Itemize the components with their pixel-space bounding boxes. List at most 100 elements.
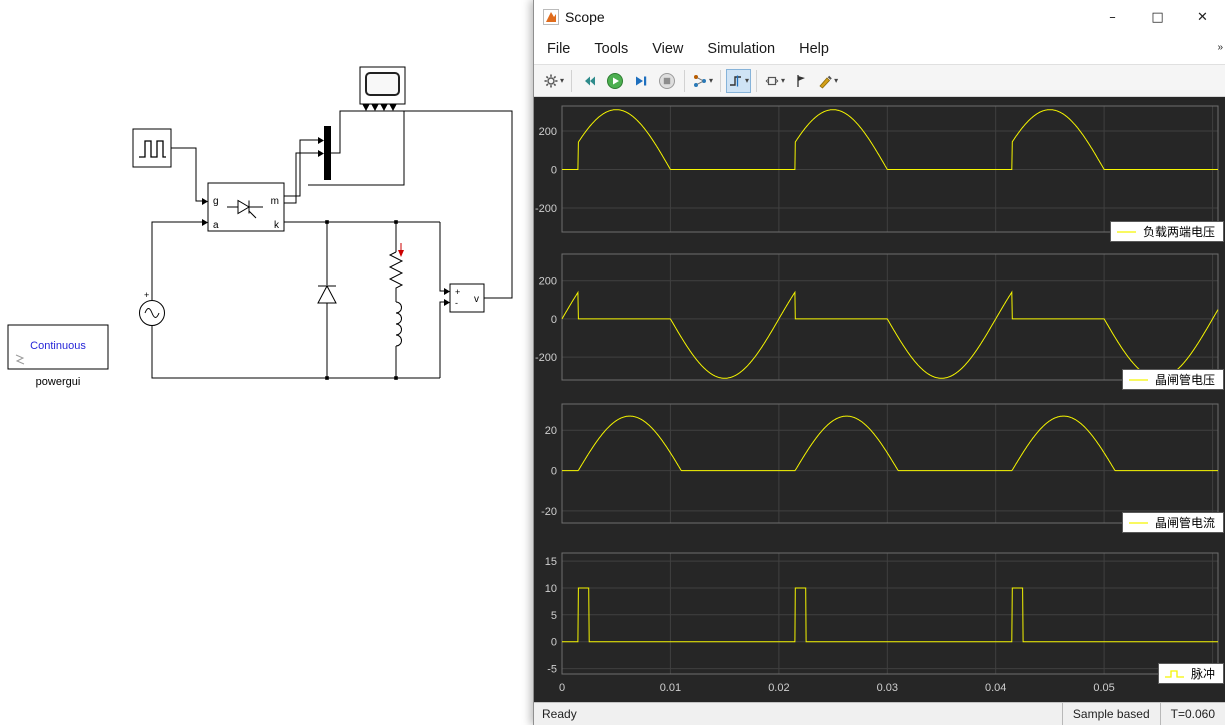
legend-thyristor-voltage: 晶闸管电压 bbox=[1121, 369, 1224, 390]
stop-icon bbox=[659, 72, 676, 89]
dropdown-caret-icon: ▾ bbox=[745, 76, 750, 85]
powergui-block[interactable]: Continuous powergui bbox=[7, 324, 109, 388]
dropdown-caret-icon: ▾ bbox=[781, 76, 786, 85]
cursor-measurements-button[interactable] bbox=[789, 69, 813, 93]
toolbar-separator bbox=[756, 69, 758, 92]
run-button[interactable] bbox=[603, 69, 627, 93]
svg-text:0.02: 0.02 bbox=[768, 682, 789, 694]
axes-scale-button[interactable]: ▾ bbox=[762, 69, 787, 93]
svg-text:20: 20 bbox=[545, 425, 557, 437]
scope-plot-area[interactable]: -200 0 200 负载两端电压 -200 0 200 晶闸管电压 -20 0 20 晶闸… bbox=[534, 97, 1225, 702]
scope-window-icon bbox=[543, 9, 559, 25]
highlight-button[interactable]: ▾ bbox=[815, 69, 840, 93]
menubar: File Tools View Simulation Help » bbox=[534, 34, 1225, 64]
legend-label: 脉冲 bbox=[1190, 667, 1215, 681]
pulse-generator-block[interactable] bbox=[132, 128, 172, 168]
menu-help[interactable]: Help bbox=[799, 41, 829, 57]
cursor-measurements-icon bbox=[797, 74, 806, 87]
svg-text:0: 0 bbox=[551, 466, 557, 478]
legend-pulse: 脉冲 bbox=[1157, 663, 1224, 684]
menu-simulation[interactable]: Simulation bbox=[707, 41, 775, 57]
svg-text:15: 15 bbox=[545, 556, 557, 568]
demux-block[interactable] bbox=[324, 126, 331, 180]
model-canvas[interactable]: g m a k + + - v Continuous powergui bbox=[0, 0, 533, 725]
svg-text:-200: -200 bbox=[535, 203, 557, 215]
menubar-overflow-icon[interactable]: » bbox=[1217, 42, 1223, 53]
signal-wires[interactable] bbox=[151, 110, 513, 379]
highlight-pen-icon bbox=[819, 75, 832, 89]
menu-file[interactable]: File bbox=[547, 41, 570, 57]
toolbar-separator bbox=[720, 69, 722, 92]
source-plus-label: + bbox=[144, 290, 149, 300]
legend-step-sample-icon bbox=[1164, 669, 1184, 678]
scope-block[interactable] bbox=[359, 66, 406, 111]
step-forward-button[interactable] bbox=[629, 69, 653, 93]
voltage-measurement-block[interactable]: + - v bbox=[449, 283, 485, 313]
powergui-name-label: powergui bbox=[36, 376, 81, 388]
titlebar[interactable]: Scope – □ ✕ bbox=[534, 0, 1225, 34]
svg-text:200: 200 bbox=[539, 276, 557, 288]
resistor-icon bbox=[388, 251, 404, 290]
legend-line-sample-icon bbox=[1128, 378, 1148, 381]
svg-text:0.05: 0.05 bbox=[1093, 682, 1114, 694]
legend-label: 负载两端电压 bbox=[1142, 225, 1215, 239]
svg-text:-20: -20 bbox=[541, 506, 557, 518]
chart-axes[interactable]: -50510150 0.01 0.02 0.03 0.04 0.05 bbox=[534, 552, 1225, 697]
chart-axes[interactable]: -20 0 20 bbox=[534, 403, 1225, 524]
inductor-icon bbox=[395, 301, 402, 347]
svg-text:-200: -200 bbox=[535, 352, 557, 364]
wire-junctions bbox=[325, 220, 398, 380]
svg-text:200: 200 bbox=[539, 126, 557, 138]
status-sample-mode: Sample based bbox=[1061, 703, 1160, 725]
svg-text:0: 0 bbox=[551, 165, 557, 177]
scope-toolbar: ▾ ▾ ▾ ▾ ▾ bbox=[534, 64, 1225, 97]
legend-line-sample-icon bbox=[1128, 521, 1148, 524]
settings-gear-button[interactable]: ▾ bbox=[541, 69, 566, 93]
stop-button[interactable] bbox=[655, 69, 679, 93]
menu-tools[interactable]: Tools bbox=[594, 41, 628, 57]
legend-load-voltage: 负载两端电压 bbox=[1109, 221, 1224, 242]
minimize-button[interactable]: – bbox=[1090, 0, 1135, 34]
legend-label: 晶闸管电流 bbox=[1154, 516, 1215, 530]
trigger-icon bbox=[730, 75, 742, 86]
chart-axes[interactable]: -200 0 200 bbox=[534, 105, 1225, 233]
diode-block[interactable] bbox=[317, 284, 337, 304]
svg-text:0.01: 0.01 bbox=[660, 682, 681, 694]
svg-text:-5: -5 bbox=[547, 664, 557, 676]
legend-thyristor-current: 晶闸管电流 bbox=[1121, 512, 1224, 533]
signal-selector-button[interactable]: ▾ bbox=[690, 69, 715, 93]
subplot-thyristor-current[interactable]: -20 0 20 晶闸管电流 bbox=[534, 403, 1225, 533]
step-forward-icon bbox=[636, 76, 647, 85]
subplot-load-voltage[interactable]: -200 0 200 负载两端电压 bbox=[534, 105, 1225, 242]
svg-text:0.04: 0.04 bbox=[985, 682, 1006, 694]
thyristor-block[interactable]: g m a k bbox=[207, 182, 285, 232]
window-title: Scope bbox=[565, 9, 605, 25]
rl-branch-block[interactable] bbox=[388, 243, 404, 347]
svg-text:0.03: 0.03 bbox=[877, 682, 898, 694]
powergui-mode-label: Continuous bbox=[30, 340, 86, 352]
step-back-button[interactable] bbox=[577, 69, 601, 93]
status-text: Ready bbox=[542, 707, 577, 721]
run-icon bbox=[607, 72, 624, 89]
subplot-pulse[interactable]: -5 0 5 10 15 0 0.01 0.02 0.03 0.04 0.05 脉冲 bbox=[534, 552, 1225, 697]
legend-line-sample-icon bbox=[1116, 230, 1136, 233]
subplot-thyristor-voltage[interactable]: -200 0 200 晶闸管电压 bbox=[534, 253, 1225, 390]
svg-text:0: 0 bbox=[551, 314, 557, 326]
trigger-button[interactable]: ▾ bbox=[726, 68, 752, 93]
thyristor-port-m: m bbox=[271, 196, 279, 207]
svg-text:0: 0 bbox=[551, 637, 557, 649]
scope-input-ports bbox=[362, 104, 397, 111]
current-arrow-icon bbox=[398, 243, 404, 257]
scope-window: Scope – □ ✕ File Tools View Simulation H… bbox=[533, 0, 1225, 725]
close-button[interactable]: ✕ bbox=[1180, 0, 1225, 34]
axes-scale-icon bbox=[765, 76, 779, 85]
svg-text:0: 0 bbox=[559, 682, 565, 694]
chart-axes[interactable]: -200 0 200 bbox=[534, 253, 1225, 381]
signal-selector-icon bbox=[694, 74, 707, 87]
diode-symbol-icon bbox=[317, 284, 337, 304]
svg-text:5: 5 bbox=[551, 610, 557, 622]
model-diagram[interactable]: g m a k + + - v Continuous powergui bbox=[0, 0, 533, 725]
maximize-button[interactable]: □ bbox=[1135, 0, 1180, 34]
thyristor-port-a: a bbox=[213, 220, 219, 231]
menu-view[interactable]: View bbox=[652, 41, 683, 57]
